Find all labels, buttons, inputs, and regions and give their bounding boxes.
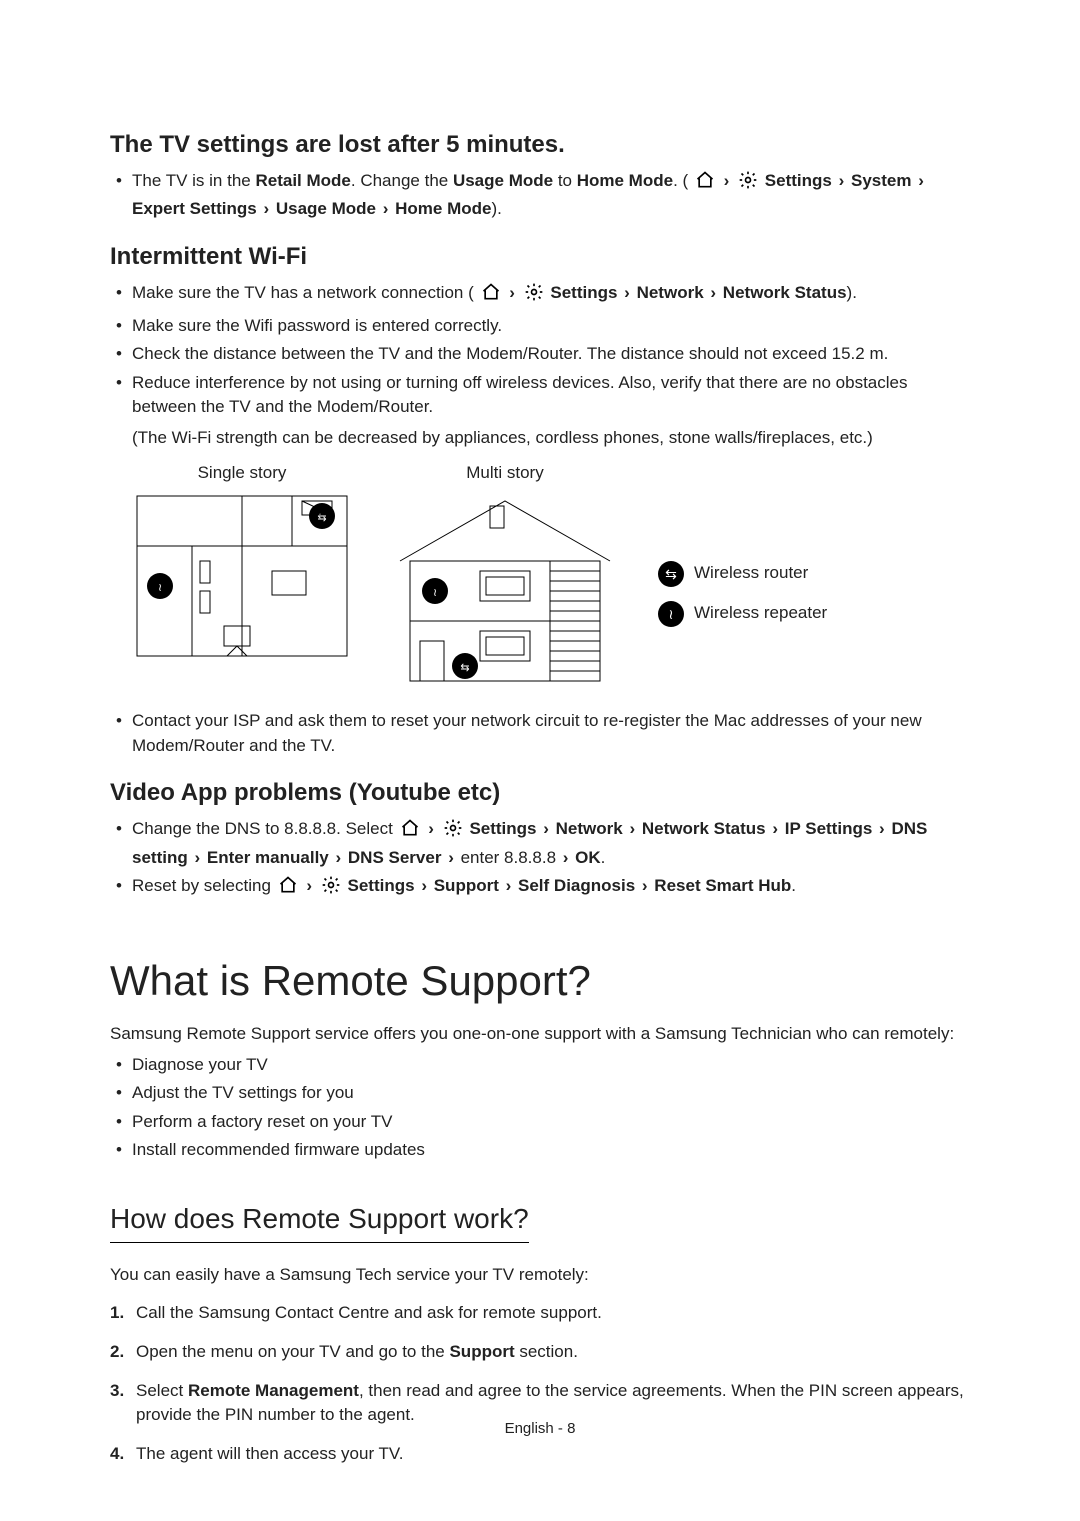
svg-text:⇆: ⇆ xyxy=(317,512,326,524)
heading-wifi: Intermittent Wi-Fi xyxy=(110,240,970,275)
house-icon: ≀ ⇆ xyxy=(380,491,630,691)
legend-repeater: ≀ Wireless repeater xyxy=(658,601,827,627)
diagram-single-story: Single story ⇆ ≀ xyxy=(132,461,352,669)
list-item: Adjust the TV settings for you xyxy=(110,1081,970,1106)
caption-multi: Multi story xyxy=(380,461,630,486)
list-item: The TV is in the Retail Mode. Change the… xyxy=(110,169,970,222)
svg-text:⇆: ⇆ xyxy=(460,662,469,674)
gear-icon xyxy=(443,818,463,846)
home-icon xyxy=(400,818,420,846)
steps-how: Call the Samsung Contact Centre and ask … xyxy=(110,1301,970,1466)
list-item: Contact your ISP and ask them to reset y… xyxy=(110,709,970,758)
repeater-icon: ≀ xyxy=(658,601,684,627)
list-item: Perform a factory reset on your TV xyxy=(110,1110,970,1135)
list-item: Make sure the Wifi password is entered c… xyxy=(110,314,970,339)
list-item: Reset by selecting › Settings › Support … xyxy=(110,874,970,903)
heading-video: Video App problems (Youtube etc) xyxy=(110,776,970,811)
step-item: The agent will then access your TV. xyxy=(110,1442,970,1467)
step-item: Call the Samsung Contact Centre and ask … xyxy=(110,1301,970,1326)
diagram-row: Single story ⇆ ≀ Multi story xyxy=(132,461,970,699)
caption-single: Single story xyxy=(132,461,352,486)
wifi-note: (The Wi-Fi strength can be decreased by … xyxy=(132,426,970,451)
remote-intro: Samsung Remote Support service offers yo… xyxy=(110,1022,970,1047)
list-wifi-cont: Contact your ISP and ask them to reset y… xyxy=(110,709,970,758)
step-item: Open the menu on your TV and go to the S… xyxy=(110,1340,970,1365)
legend-router: ⇆ Wireless router xyxy=(658,561,827,587)
list-item: Reduce interference by not using or turn… xyxy=(110,371,970,451)
page-content: The TV settings are lost after 5 minutes… xyxy=(0,0,1080,1521)
floorplan-icon: ⇆ ≀ xyxy=(132,491,352,661)
page-footer: English - 8 xyxy=(0,1418,1080,1440)
svg-text:≀: ≀ xyxy=(433,587,437,599)
list-video: Change the DNS to 8.8.8.8. Select › Sett… xyxy=(110,817,970,903)
list-remote: Diagnose your TV Adjust the TV settings … xyxy=(110,1053,970,1164)
home-icon xyxy=(278,875,298,903)
list-item: Check the distance between the TV and th… xyxy=(110,342,970,367)
heading-remote-support: What is Remote Support? xyxy=(110,951,970,1012)
list-wifi: Make sure the TV has a network connectio… xyxy=(110,281,970,451)
router-icon: ⇆ xyxy=(658,561,684,587)
list-item: Install recommended firmware updates xyxy=(110,1138,970,1163)
how-intro: You can easily have a Samsung Tech servi… xyxy=(110,1263,970,1288)
list-tv-settings: The TV is in the Retail Mode. Change the… xyxy=(110,169,970,222)
svg-text:≀: ≀ xyxy=(158,582,162,594)
list-item: Change the DNS to 8.8.8.8. Select › Sett… xyxy=(110,817,970,870)
heading-how: How does Remote Support work? xyxy=(110,1199,529,1243)
home-icon xyxy=(695,170,715,198)
list-item: Make sure the TV has a network connectio… xyxy=(110,281,970,310)
diagram-legend: ⇆ Wireless router ≀ Wireless repeater xyxy=(658,561,827,627)
gear-icon xyxy=(738,170,758,198)
gear-icon xyxy=(524,282,544,310)
home-icon xyxy=(481,282,501,310)
list-item: Diagnose your TV xyxy=(110,1053,970,1078)
gear-icon xyxy=(321,875,341,903)
diagram-multi-story: Multi story xyxy=(380,461,630,699)
heading-tv-settings: The TV settings are lost after 5 minutes… xyxy=(110,128,970,163)
